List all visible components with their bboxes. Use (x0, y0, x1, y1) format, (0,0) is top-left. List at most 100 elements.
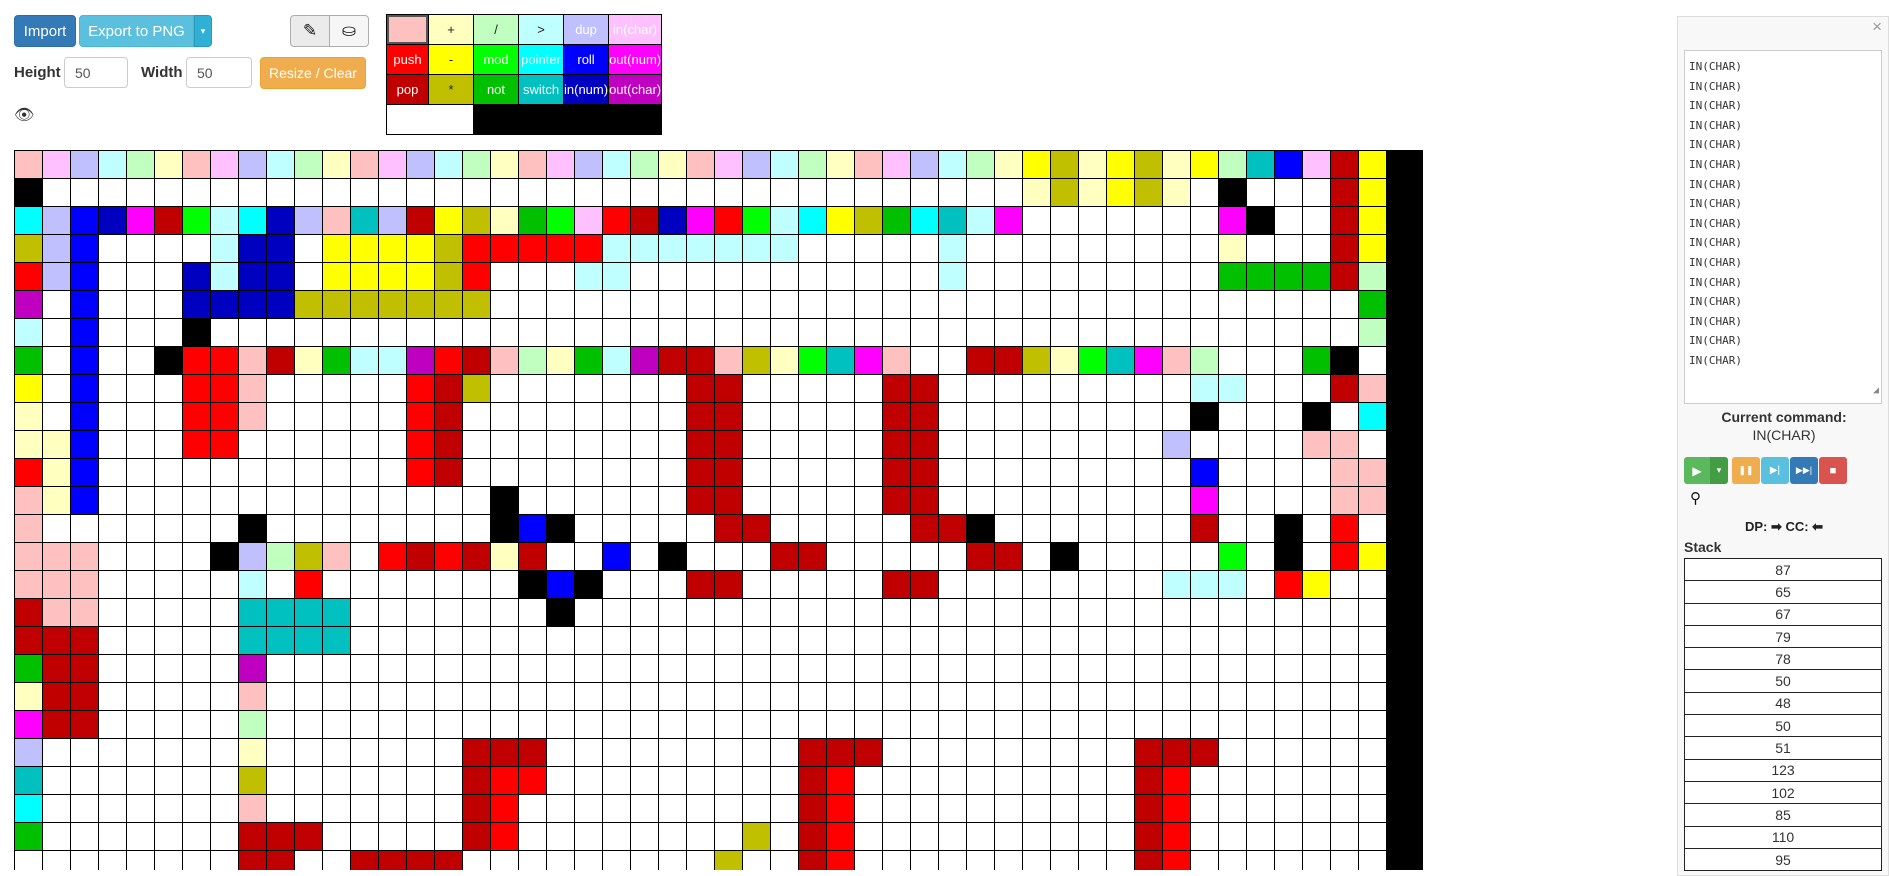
grid-cell[interactable] (99, 431, 127, 459)
grid-cell[interactable] (827, 487, 855, 515)
grid-cell[interactable] (1163, 319, 1191, 347)
grid-cell[interactable] (1303, 823, 1331, 851)
grid-cell[interactable] (295, 207, 323, 235)
grid-cell[interactable] (323, 151, 351, 179)
grid-cell[interactable] (519, 739, 547, 767)
grid-cell[interactable] (1387, 347, 1423, 375)
grid-cell[interactable] (687, 543, 715, 571)
grid-cell[interactable] (491, 207, 519, 235)
grid-cell[interactable] (1247, 515, 1275, 543)
grid-cell[interactable] (911, 319, 939, 347)
grid-cell[interactable] (1107, 403, 1135, 431)
map-marker-icon[interactable]: ⚲ (1690, 489, 1701, 507)
grid-cell[interactable] (1107, 683, 1135, 711)
grid-cell[interactable] (1275, 291, 1303, 319)
grid-cell[interactable] (1191, 795, 1219, 823)
grid-cell[interactable] (491, 179, 519, 207)
grid-cell[interactable] (743, 263, 771, 291)
grid-cell[interactable] (491, 263, 519, 291)
grid-cell[interactable] (1331, 795, 1359, 823)
grid-cell[interactable] (491, 767, 519, 795)
grid-cell[interactable] (519, 711, 547, 739)
grid-cell[interactable] (491, 459, 519, 487)
grid-cell[interactable] (435, 627, 463, 655)
grid-cell[interactable] (715, 235, 743, 263)
grid-cell[interactable] (827, 571, 855, 599)
grid-cell[interactable] (1219, 347, 1247, 375)
grid-cell[interactable] (15, 235, 43, 263)
grid-cell[interactable] (1387, 431, 1423, 459)
grid-cell[interactable] (407, 767, 435, 795)
grid-cell[interactable] (407, 599, 435, 627)
grid-cell[interactable] (659, 571, 687, 599)
grid-cell[interactable] (715, 571, 743, 599)
grid-cell[interactable] (1387, 627, 1423, 655)
grid-cell[interactable] (379, 739, 407, 767)
grid-cell[interactable] (15, 851, 43, 870)
grid-cell[interactable] (43, 487, 71, 515)
grid-cell[interactable] (659, 823, 687, 851)
grid-cell[interactable] (771, 795, 799, 823)
grid-cell[interactable] (967, 571, 995, 599)
grid-cell[interactable] (15, 543, 43, 571)
grid-cell[interactable] (575, 375, 603, 403)
grid-cell[interactable] (43, 571, 71, 599)
grid-cell[interactable] (71, 711, 99, 739)
grid-cell[interactable] (239, 347, 267, 375)
grid-cell[interactable] (71, 459, 99, 487)
grid-cell[interactable] (1387, 823, 1423, 851)
grid-cell[interactable] (1135, 291, 1163, 319)
grid-cell[interactable] (575, 207, 603, 235)
grid-cell[interactable] (267, 515, 295, 543)
grid-cell[interactable] (1331, 711, 1359, 739)
grid-cell[interactable] (1359, 543, 1387, 571)
grid-cell[interactable] (15, 767, 43, 795)
paint-bucket-icon[interactable]: ⛀ (329, 15, 369, 47)
grid-cell[interactable] (715, 655, 743, 683)
grid-cell[interactable] (995, 151, 1023, 179)
grid-cell[interactable] (1275, 851, 1303, 870)
grid-cell[interactable] (575, 347, 603, 375)
grid-cell[interactable] (295, 403, 323, 431)
grid-cell[interactable] (407, 795, 435, 823)
grid-cell[interactable] (379, 599, 407, 627)
grid-cell[interactable] (603, 711, 631, 739)
grid-cell[interactable] (1051, 823, 1079, 851)
grid-cell[interactable] (323, 487, 351, 515)
grid-cell[interactable] (1079, 347, 1107, 375)
grid-cell[interactable] (99, 571, 127, 599)
grid-cell[interactable] (43, 683, 71, 711)
grid-cell[interactable] (575, 459, 603, 487)
grid-cell[interactable] (351, 235, 379, 263)
grid-cell[interactable] (435, 179, 463, 207)
grid-cell[interactable] (967, 319, 995, 347)
grid-cell[interactable] (911, 403, 939, 431)
grid-cell[interactable] (379, 291, 407, 319)
grid-cell[interactable] (351, 151, 379, 179)
grid-cell[interactable] (631, 263, 659, 291)
grid-cell[interactable] (1219, 235, 1247, 263)
grid-cell[interactable] (911, 207, 939, 235)
grid-cell[interactable] (883, 403, 911, 431)
grid-cell[interactable] (743, 375, 771, 403)
grid-cell[interactable] (127, 851, 155, 870)
grid-cell[interactable] (1079, 319, 1107, 347)
grid-cell[interactable] (883, 683, 911, 711)
grid-cell[interactable] (1191, 403, 1219, 431)
grid-cell[interactable] (1051, 767, 1079, 795)
grid-cell[interactable] (211, 179, 239, 207)
grid-cell[interactable] (183, 347, 211, 375)
grid-cell[interactable] (211, 431, 239, 459)
grid-cell[interactable] (519, 655, 547, 683)
grid-cell[interactable] (127, 235, 155, 263)
grid-cell[interactable] (43, 655, 71, 683)
grid-cell[interactable] (15, 403, 43, 431)
grid-cell[interactable] (1163, 207, 1191, 235)
grid-cell[interactable] (239, 683, 267, 711)
grid-cell[interactable] (911, 151, 939, 179)
grid-cell[interactable] (1359, 263, 1387, 291)
grid-cell[interactable] (1275, 795, 1303, 823)
grid-cell[interactable] (15, 655, 43, 683)
grid-cell[interactable] (939, 375, 967, 403)
grid-cell[interactable] (631, 347, 659, 375)
